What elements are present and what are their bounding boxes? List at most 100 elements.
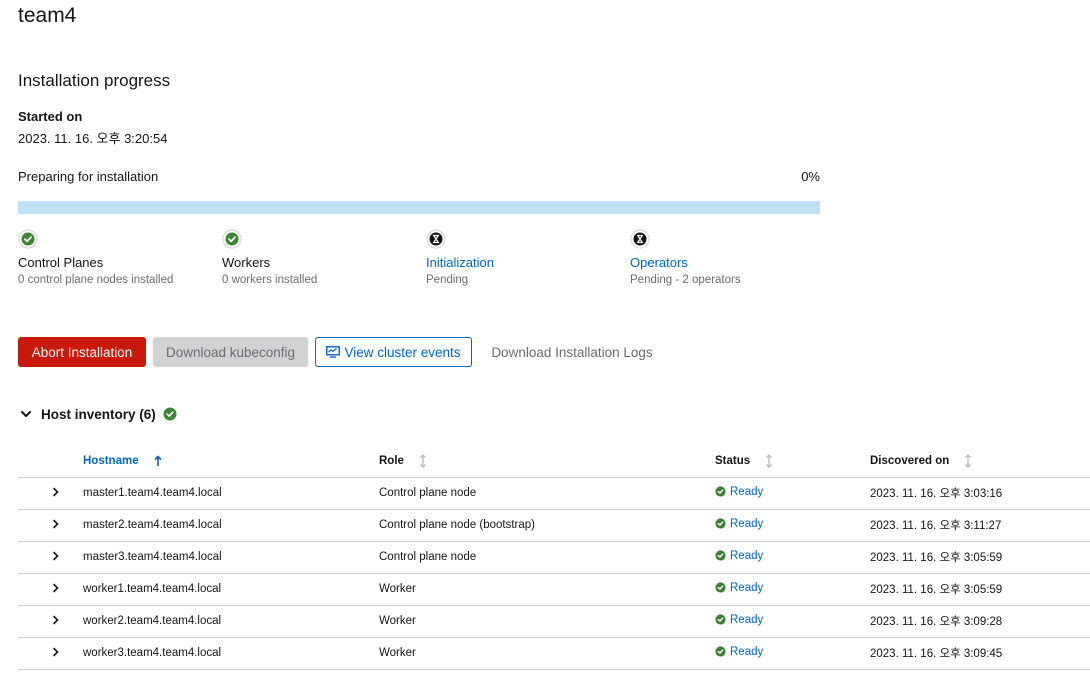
hostname-cell: worker3.team4.team4.local: [83, 637, 379, 670]
progress-label: Preparing for installation: [18, 169, 159, 184]
status-label: Ready: [730, 645, 764, 658]
row-expand-toggle[interactable]: [18, 573, 83, 606]
chevron-right-icon: [52, 551, 59, 560]
chevron-right-icon: [52, 647, 59, 656]
status-cell: Ready: [715, 573, 870, 606]
table-row[interactable]: worker2.team4.team4.local Worker Ready 2…: [18, 605, 1090, 638]
view-cluster-events-button[interactable]: View cluster events: [315, 337, 472, 367]
status-label: Ready: [730, 581, 764, 594]
role-cell: Worker: [379, 605, 715, 638]
hostname-cell: worker2.team4.team4.local: [83, 605, 379, 638]
hostname-column-header[interactable]: Hostname: [83, 445, 379, 478]
monitor-icon: [326, 346, 341, 358]
chevron-down-icon: [21, 411, 31, 417]
check-circle-icon: [222, 229, 242, 249]
stage-title: Workers: [222, 255, 271, 270]
row-expand-toggle[interactable]: [18, 605, 83, 638]
check-circle-icon: [715, 646, 726, 657]
status-header-label: Status: [715, 454, 751, 467]
row-expand-toggle[interactable]: [18, 509, 83, 542]
chevron-right-icon: [52, 519, 59, 528]
role-cell: Control plane node: [379, 477, 715, 510]
status-ready-link[interactable]: Ready: [715, 550, 763, 562]
check-circle-icon: [18, 229, 38, 249]
check-circle-icon: [715, 518, 726, 529]
discovered-cell: 2023. 11. 16. 오후 3:05:59: [870, 573, 1090, 606]
status-ready-link[interactable]: Ready: [715, 582, 763, 594]
progress-bar: [18, 201, 820, 214]
role-column-header[interactable]: Role: [379, 445, 715, 478]
hostname-cell: master1.team4.team4.local: [83, 477, 379, 510]
started-on-value: 2023. 11. 16. 오후 3:20:54: [18, 131, 168, 146]
status-label: Ready: [730, 517, 764, 530]
stage-title: Control Planes: [18, 255, 104, 270]
view-cluster-events-label: View cluster events: [344, 344, 461, 360]
row-expand-toggle[interactable]: [18, 637, 83, 670]
host-inventory-toggle[interactable]: Host inventory (6): [18, 404, 177, 424]
discovered-column-header[interactable]: Discovered on: [870, 445, 1090, 478]
table-header-row: Hostname Role Status Discovered on: [18, 445, 1090, 478]
host-inventory-title: Host inventory (6): [41, 406, 156, 422]
sort-icon: [766, 453, 773, 468]
status-label: Ready: [730, 485, 764, 498]
status-ready-link[interactable]: Ready: [715, 518, 763, 530]
check-circle-icon: [715, 550, 726, 561]
table-row[interactable]: master1.team4.team4.local Control plane …: [18, 477, 1090, 510]
progress-percent: 0%: [801, 169, 820, 184]
abort-installation-button[interactable]: Abort Installation: [18, 337, 146, 367]
status-cell: Ready: [715, 509, 870, 542]
role-cell: Worker: [379, 573, 715, 606]
stage-subtitle: 0 workers installed: [222, 274, 318, 286]
sort-ascending-icon: [154, 455, 162, 466]
role-cell: Control plane node: [379, 541, 715, 574]
table-row[interactable]: master2.team4.team4.local Control plane …: [18, 509, 1090, 542]
status-cell: Ready: [715, 637, 870, 670]
expand-column-header: [18, 445, 83, 478]
status-ready-link[interactable]: Ready: [715, 614, 763, 626]
role-cell: Control plane node (bootstrap): [379, 509, 715, 542]
stage-workers: Workers 0 workers installed: [222, 229, 422, 286]
chevron-right-icon: [52, 583, 59, 592]
sort-icon: [420, 453, 427, 468]
stage-control-planes: Control Planes 0 control plane nodes ins…: [18, 229, 218, 286]
status-column-header[interactable]: Status: [715, 445, 870, 478]
status-ready-link[interactable]: Ready: [715, 646, 763, 658]
role-header-label: Role: [379, 454, 404, 467]
status-cell: Ready: [715, 605, 870, 638]
stage-operators-link[interactable]: Operators: [630, 255, 830, 271]
status-cell: Ready: [715, 477, 870, 510]
hourglass-icon: [630, 229, 650, 249]
status-cell: Ready: [715, 541, 870, 574]
hostname-cell: master3.team4.team4.local: [83, 541, 379, 574]
hourglass-icon: [426, 229, 446, 249]
row-expand-toggle[interactable]: [18, 477, 83, 510]
stage-subtitle: Pending - 2 operators: [630, 274, 741, 286]
started-on-label: Started on: [18, 109, 83, 124]
stage-initialization: Initialization Pending: [426, 229, 626, 286]
status-ready-link[interactable]: Ready: [715, 486, 763, 498]
sort-icon: [965, 453, 972, 468]
stage-operators: Operators Pending - 2 operators: [630, 229, 830, 286]
check-circle-icon: [715, 614, 726, 625]
status-label: Ready: [730, 613, 764, 626]
hostname-header-label: Hostname: [83, 454, 139, 467]
stage-subtitle: Pending: [426, 274, 469, 286]
check-circle-icon: [715, 486, 726, 497]
download-kubeconfig-button[interactable]: Download kubeconfig: [153, 337, 308, 367]
section-title: Installation progress: [18, 71, 171, 90]
download-installation-logs-button[interactable]: Download Installation Logs: [482, 337, 662, 367]
discovered-cell: 2023. 11. 16. 오후 3:11:27: [870, 509, 1090, 542]
discovered-cell: 2023. 11. 16. 오후 3:09:28: [870, 605, 1090, 638]
row-expand-toggle[interactable]: [18, 541, 83, 574]
table-row[interactable]: worker1.team4.team4.local Worker Ready 2…: [18, 573, 1090, 606]
discovered-header-label: Discovered on: [870, 454, 950, 467]
stage-initialization-link[interactable]: Initialization: [426, 255, 626, 271]
discovered-cell: 2023. 11. 16. 오후 3:03:16: [870, 477, 1090, 510]
check-circle-icon: [163, 407, 177, 421]
hostname-cell: master2.team4.team4.local: [83, 509, 379, 542]
hostname-cell: worker1.team4.team4.local: [83, 573, 379, 606]
discovered-cell: 2023. 11. 16. 오후 3:05:59: [870, 541, 1090, 574]
status-label: Ready: [730, 549, 764, 562]
table-row[interactable]: master3.team4.team4.local Control plane …: [18, 541, 1090, 574]
table-row[interactable]: worker3.team4.team4.local Worker Ready 2…: [18, 637, 1090, 670]
